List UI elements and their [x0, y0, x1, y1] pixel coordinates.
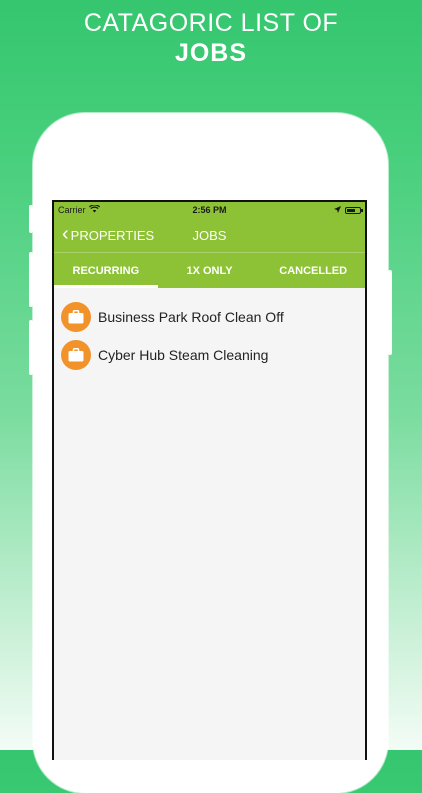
chevron-left-icon: ‹	[62, 223, 69, 245]
phone-power-button	[388, 270, 392, 355]
tab-1x-only-label: 1X ONLY	[186, 264, 233, 277]
briefcase-icon	[61, 302, 91, 332]
headline-line-1: CATAGORIC LIST OF	[83, 9, 339, 37]
tab-cancelled[interactable]: CANCELLED	[261, 253, 365, 288]
list-item[interactable]: Business Park Roof Clean Off	[54, 298, 365, 336]
job-list: Business Park Roof Clean Off Cyber Hub S…	[54, 288, 365, 374]
tab-recurring-label: RECURRING	[72, 264, 140, 277]
app-header: Carrier 2:56 PM ‹ PROPERTIES JOBS RECURR…	[54, 202, 365, 288]
promo-headline: CATAGORIC LIST OF JOBS	[0, 8, 422, 68]
tab-1x-only[interactable]: 1X ONLY	[158, 253, 262, 288]
job-title: Cyber Hub Steam Cleaning	[98, 347, 269, 363]
tab-cancelled-label: CANCELLED	[279, 264, 348, 277]
headline-line-2: JOBS	[174, 39, 248, 67]
app-screen: Carrier 2:56 PM ‹ PROPERTIES JOBS RECURR…	[52, 200, 367, 760]
status-time: 2:56 PM	[192, 205, 227, 215]
list-item[interactable]: Cyber Hub Steam Cleaning	[54, 336, 365, 374]
back-button[interactable]: ‹ PROPERTIES	[62, 223, 155, 245]
job-category-tabs: RECURRING 1X ONLY CANCELLED	[54, 252, 365, 288]
nav-bar: ‹ PROPERTIES JOBS	[54, 218, 365, 252]
tab-recurring[interactable]: RECURRING	[54, 253, 158, 288]
briefcase-icon	[61, 340, 91, 370]
job-title: Business Park Roof Clean Off	[98, 309, 284, 325]
status-bar: Carrier 2:56 PM	[54, 202, 365, 218]
battery-icon	[345, 206, 363, 214]
back-button-label: PROPERTIES	[70, 227, 155, 243]
